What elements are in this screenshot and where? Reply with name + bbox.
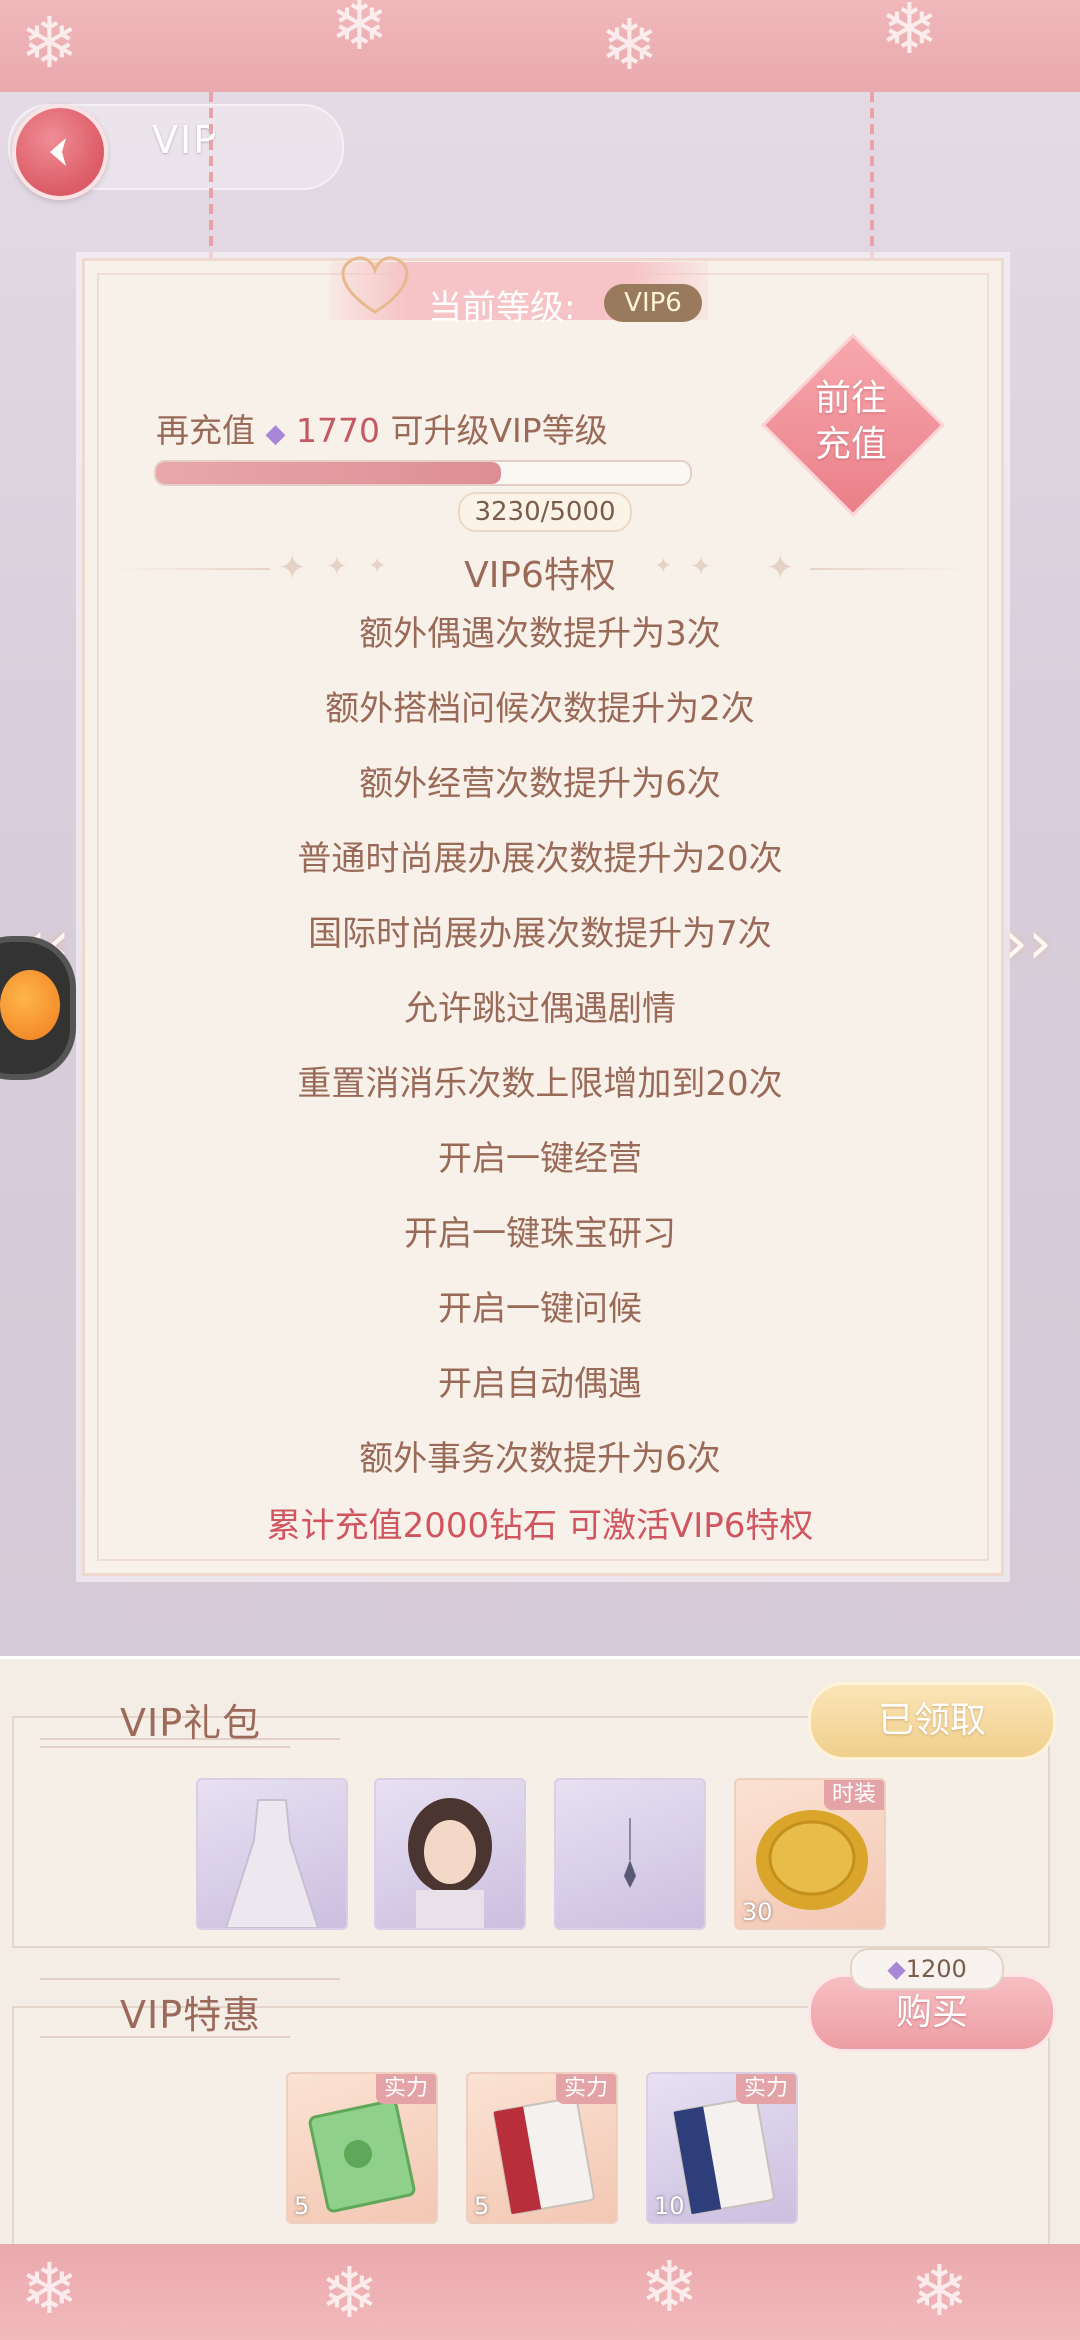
hanging-chain [870, 92, 874, 262]
recharge-amount: 1770 [296, 411, 380, 450]
snowflake-icon: ❄ [20, 2, 79, 84]
floating-assistant-button[interactable] [0, 936, 76, 1080]
privilege-item: 开启一键经营 [438, 1139, 642, 1179]
item-count: 30 [742, 1898, 773, 1926]
diamond-icon: ◆ [265, 419, 286, 449]
item-count: 10 [654, 2192, 685, 2220]
privilege-list: 额外偶遇次数提升为3次 额外搭档问候次数提升为2次 额外经营次数提升为6次 普通… [82, 606, 998, 1506]
snowflake-icon: ❄ [910, 2250, 969, 2332]
privilege-item: 额外搭档问候次数提升为2次 [325, 689, 755, 729]
vip-progress-bar [154, 460, 692, 486]
gift-pack-title: VIP礼包 [120, 1701, 262, 1745]
recharge-suffix: 可升级VIP等级 [390, 411, 608, 450]
privilege-item: 额外经营次数提升为6次 [359, 764, 721, 804]
next-level-arrow-icon[interactable]: ›› [1004, 908, 1052, 978]
blue-book-icon[interactable]: 实力 10 [646, 2072, 798, 2224]
mascot-icon [0, 970, 60, 1040]
activate-note: 累计充值2000钻石 可激活VIP6特权 [266, 1506, 814, 1546]
snowflake-icon: ❄ [880, 0, 939, 70]
goto-recharge-button[interactable]: 前往 充值 [754, 333, 948, 517]
snowflake-icon: ❄ [640, 2246, 699, 2328]
privilege-item: 开启一键珠宝研习 [404, 1214, 676, 1254]
privilege-item: 允许跳过偶遇剧情 [404, 989, 676, 1029]
goto-recharge-line2: 充值 [814, 424, 887, 465]
item-tag: 时装 [823, 1780, 884, 1810]
privilege-item: 开启自动偶遇 [438, 1364, 642, 1404]
special-offer-title: VIP特惠 [120, 1993, 262, 2037]
item-tag: 实力 [735, 2074, 796, 2104]
privilege-title: VIP6特权 [464, 555, 616, 596]
diamond-icon: ◆ [887, 1955, 906, 1983]
privilege-item: 国际时尚展办展次数提升为7次 [308, 914, 772, 954]
privilege-item: 普通时尚展办展次数提升为20次 [297, 839, 783, 879]
privilege-item: 额外事务次数提升为6次 [359, 1439, 721, 1479]
item-tag: 实力 [555, 2074, 616, 2104]
gold-coin-item-icon[interactable]: 时装 30 [734, 1778, 886, 1930]
hairstyle-item-icon[interactable] [374, 1778, 526, 1930]
privilege-item: 额外偶遇次数提升为3次 [359, 614, 721, 654]
green-book-icon[interactable]: 实力 5 [286, 2072, 438, 2224]
vip-progress-text: 3230/5000 [458, 492, 632, 532]
recharge-hint: 再充值 ◆ 1770 可升级VIP等级 [156, 404, 608, 452]
price-value: 1200 [905, 1955, 967, 1983]
item-count: 5 [294, 2192, 310, 2220]
claimed-button[interactable]: 已领取 [808, 1682, 1056, 1760]
top-decor-band: ❄ ❄ ❄ ❄ [0, 0, 1080, 92]
heart-frame-icon [341, 256, 409, 314]
item-tag: 实力 [375, 2074, 436, 2104]
red-book-icon[interactable]: 实力 5 [466, 2072, 618, 2224]
snowflake-icon: ❄ [600, 4, 659, 86]
back-arrow-icon [50, 138, 66, 166]
dress-item-icon[interactable] [196, 1778, 348, 1930]
snowflake-icon: ❄ [20, 2248, 79, 2330]
current-level-label: 当前等级: [428, 288, 576, 328]
current-level-badge: VIP6 [604, 284, 702, 322]
privilege-item: 开启一键问候 [438, 1289, 642, 1329]
bottom-decor-band: ❄ ❄ ❄ ❄ [0, 2244, 1080, 2340]
privilege-item: 重置消消乐次数上限增加到20次 [297, 1064, 783, 1104]
price-tag: ◆1200 [850, 1948, 1004, 1990]
divider [40, 1978, 340, 1980]
hanging-chain [209, 92, 213, 262]
earring-item-icon[interactable] [554, 1778, 706, 1930]
goto-recharge-line1: 前往 [814, 378, 887, 419]
item-count: 5 [474, 2192, 490, 2220]
back-button[interactable] [12, 104, 108, 200]
recharge-prefix: 再充值 [156, 411, 255, 450]
vip-progress-fill [156, 462, 501, 484]
snowflake-icon: ❄ [320, 2252, 379, 2334]
snowflake-icon: ❄ [330, 0, 389, 66]
